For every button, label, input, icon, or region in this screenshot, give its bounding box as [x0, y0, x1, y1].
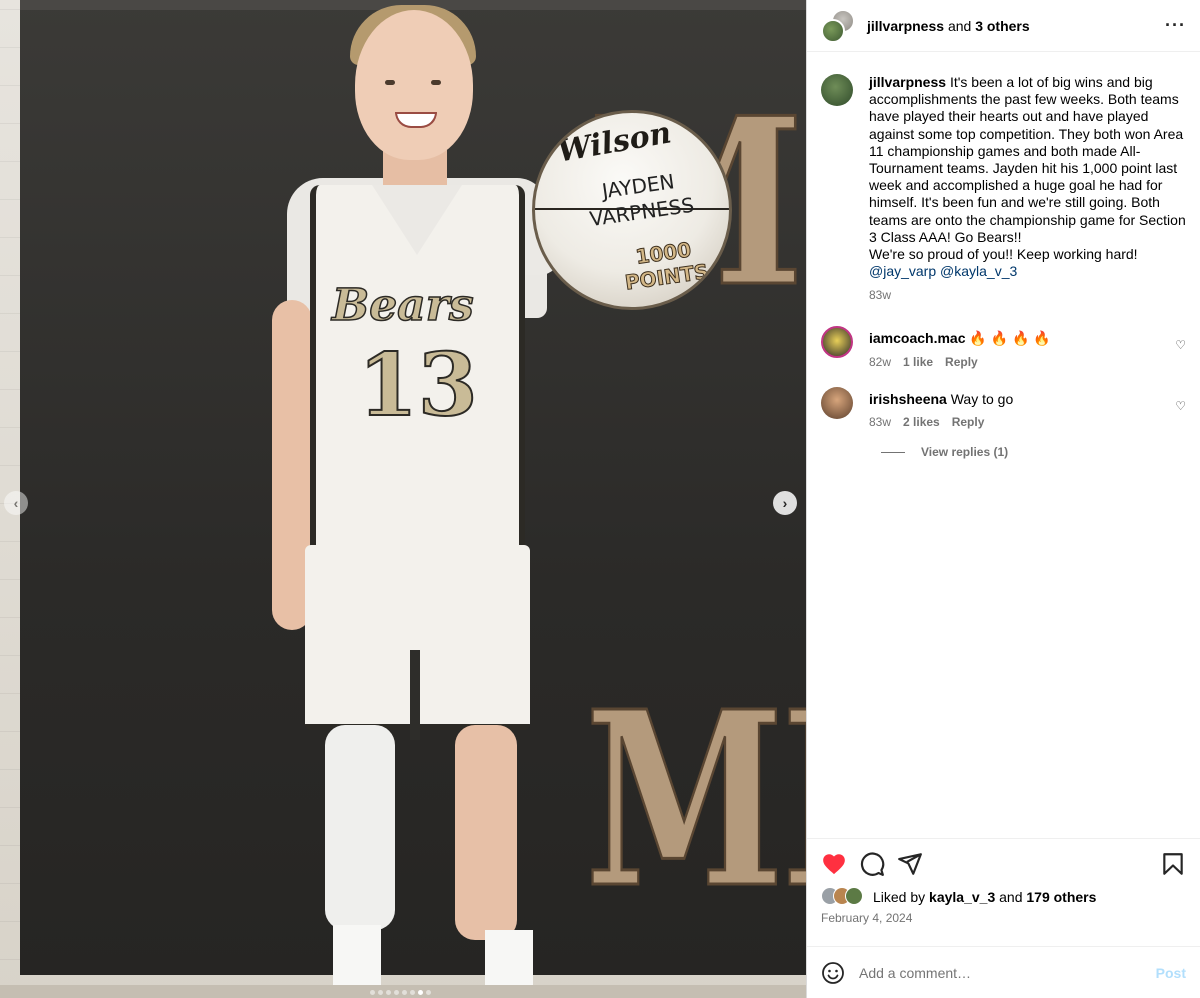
chevron-right-icon: › — [782, 495, 788, 511]
liker-avatars — [821, 887, 871, 907]
comment-input[interactable] — [859, 964, 1156, 981]
comment-username[interactable]: irishsheena — [869, 391, 947, 407]
more-options-icon[interactable]: ··· — [1165, 15, 1186, 36]
basketball: Wilson JAYDEN VARPNESS 1000 POINTS — [532, 110, 732, 310]
chevron-left-icon: ‹ — [13, 495, 19, 511]
avatar[interactable] — [821, 387, 853, 420]
add-comment-bar: Post — [807, 946, 1200, 998]
avatar[interactable] — [821, 74, 853, 106]
mention-link[interactable]: @kayla_v_3 — [940, 263, 1017, 279]
carousel-indicator — [370, 990, 431, 995]
player-face — [355, 10, 473, 160]
carousel-dot — [386, 990, 391, 995]
like-comment-icon[interactable]: ♡ — [1175, 399, 1186, 413]
likes-summary: Liked by kayla_v_3 and 179 others — [821, 887, 1186, 907]
carousel-prev-button[interactable]: ‹ — [4, 491, 28, 515]
comment-text: Way to go — [950, 391, 1014, 408]
comment-likes[interactable]: 2 likes — [903, 415, 940, 429]
post-actions: Liked by kayla_v_3 and 179 others Februa… — [807, 838, 1200, 946]
caption-username[interactable]: jillvarpness — [869, 74, 946, 90]
carousel-dot — [418, 990, 423, 995]
carousel-next-button[interactable]: › — [773, 491, 797, 515]
caption-timestamp[interactable]: 83w — [869, 288, 891, 302]
share-icon[interactable] — [897, 851, 923, 877]
post-view: MIC MID Bears 13 Wilson JAYDEN VARPNESS — [0, 0, 1200, 998]
like-comment-icon[interactable]: ♡ — [1175, 338, 1186, 352]
avatar[interactable] — [821, 326, 853, 359]
mention-link[interactable]: @jay_varp — [869, 263, 936, 279]
liker-username[interactable]: kayla_v_3 — [929, 889, 995, 905]
post-date[interactable]: February 4, 2024 — [821, 911, 1186, 925]
comment-item: irishsheena Way to go 83w 2 likes Reply … — [821, 387, 1186, 429]
comment-username[interactable]: iamcoach.mac — [869, 330, 966, 346]
post-comment-button[interactable]: Post — [1156, 965, 1186, 981]
reply-button[interactable]: Reply — [952, 415, 985, 429]
comment-icon[interactable] — [859, 851, 885, 877]
post-sidebar: jillvarpness and 3 others ··· jillvarpne… — [806, 0, 1200, 998]
avatar — [845, 887, 863, 905]
comment-item: iamcoach.mac 🔥 🔥 🔥 🔥 82w 1 like Reply ♡ — [821, 326, 1186, 369]
heart-filled-icon[interactable] — [821, 851, 847, 877]
post-authors: jillvarpness and 3 others — [867, 17, 1030, 34]
author-link[interactable]: jillvarpness — [867, 18, 944, 34]
view-replies-button[interactable]: View replies (1) — [869, 445, 1186, 459]
carousel-dot — [410, 990, 415, 995]
carousel-dot — [426, 990, 431, 995]
avatar — [821, 18, 845, 43]
banner-text-bottom: MID — [584, 659, 806, 941]
carousel-dot — [378, 990, 383, 995]
jersey-team-name: Bears — [331, 279, 474, 332]
caption-row: jillvarpness It's been a lot of big wins… — [821, 74, 1186, 302]
caption-text: jillvarpness It's been a lot of big wins… — [869, 74, 1186, 280]
carousel-dot — [394, 990, 399, 995]
post-photo[interactable]: MIC MID Bears 13 Wilson JAYDEN VARPNESS — [0, 0, 806, 998]
others-link[interactable]: 3 others — [975, 18, 1029, 34]
carousel-dot — [370, 990, 375, 995]
player-left-leg — [325, 725, 395, 930]
ball-player-name: JAYDEN VARPNESS — [588, 169, 696, 232]
comment-likes[interactable]: 1 like — [903, 355, 933, 369]
collab-avatars[interactable] — [821, 8, 855, 43]
player-right-leg — [455, 725, 517, 940]
comment-timestamp[interactable]: 83w — [869, 415, 891, 429]
comment-timestamp[interactable]: 82w — [869, 355, 891, 369]
reply-button[interactable]: Reply — [945, 355, 978, 369]
comment-text: 🔥 🔥 🔥 🔥 — [969, 330, 1051, 347]
emoji-icon[interactable] — [821, 961, 845, 985]
jersey-number: 13 — [357, 334, 479, 437]
post-header: jillvarpness and 3 others ··· — [807, 0, 1200, 52]
comments-section: jillvarpness It's been a lot of big wins… — [807, 52, 1200, 838]
likes-count-link[interactable]: 179 others — [1026, 889, 1096, 905]
carousel-dot — [402, 990, 407, 995]
bookmark-icon[interactable] — [1160, 851, 1186, 877]
